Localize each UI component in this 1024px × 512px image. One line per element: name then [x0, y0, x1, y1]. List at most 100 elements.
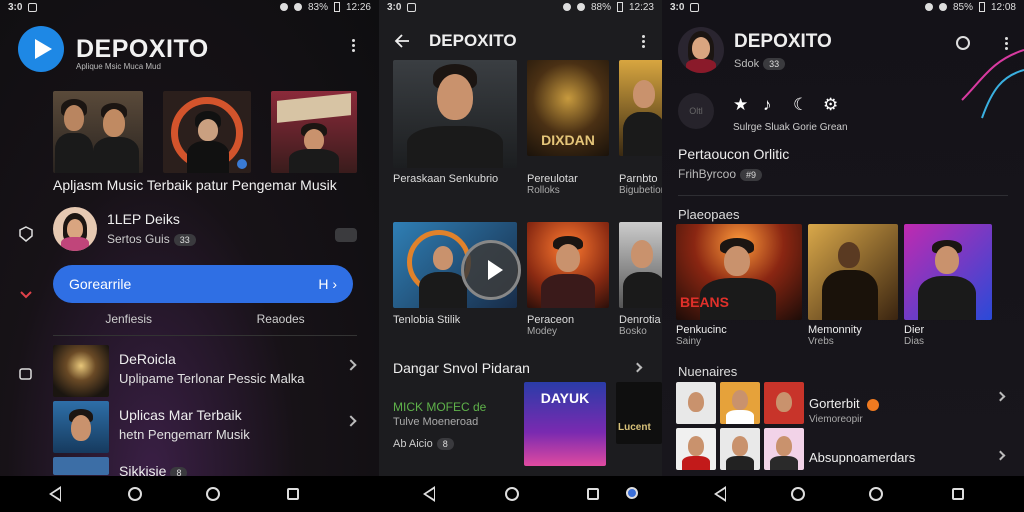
album-art: [619, 60, 662, 156]
list-item-title-text: Sikkisie: [119, 463, 167, 476]
album-card[interactable]: Denrotia Bosko: [619, 222, 662, 337]
tab-1[interactable]: Jenfiesis: [105, 312, 152, 335]
album-art[interactable]: Lucent: [616, 382, 662, 444]
overflow-menu-icon[interactable]: [641, 35, 645, 48]
nav-home-icon[interactable]: [791, 487, 805, 501]
search-button[interactable]: Gorearrile H ›: [53, 265, 353, 303]
system-nav-bar: [0, 476, 1024, 512]
list-item[interactable]: Uplicas Mar Terbaik hetn Pengemarr Musik: [53, 401, 363, 457]
library-icon[interactable]: [18, 366, 34, 382]
nav-home-icon[interactable]: [206, 487, 220, 501]
album-art[interactable]: DAYUK: [524, 382, 606, 466]
battery-percent: 85%: [952, 1, 973, 13]
nav-recents-icon[interactable]: [287, 488, 299, 500]
profile-meta-text: Sertos Guis: [107, 232, 170, 246]
thumbnail-grid: [676, 382, 804, 470]
playlist-card-title: Memonnity: [808, 324, 862, 336]
nav-home-icon[interactable]: [869, 487, 883, 501]
thumbnail-2[interactable]: [163, 91, 251, 173]
nav-recents-icon[interactable]: [952, 488, 964, 500]
battery-percent: 88%: [590, 1, 611, 13]
page-title: DEPOXITO: [734, 31, 832, 52]
thumbnail-3[interactable]: [271, 91, 357, 173]
moon-icon[interactable]: ☾: [793, 95, 808, 115]
playlist-card-title: Penkucinc: [676, 324, 727, 336]
back-arrow-icon[interactable]: [394, 33, 410, 49]
grid-thumbnail[interactable]: [764, 382, 804, 424]
nav-home-icon[interactable]: [128, 487, 142, 501]
thumbnail-1[interactable]: [53, 91, 143, 173]
list-item[interactable]: Sikkisie 8: [53, 457, 363, 476]
profile-sub-text: Sdok: [734, 58, 760, 70]
grid-thumbnail[interactable]: [720, 382, 760, 424]
profile-row[interactable]: 1LEP Deiks Sertos Guis 33: [53, 207, 363, 251]
grid-thumbnail[interactable]: [764, 428, 804, 470]
tab-2[interactable]: Reaodes: [257, 312, 305, 335]
section-item-line2: Tulve Moeneroad: [393, 416, 479, 428]
play-button[interactable]: [461, 240, 521, 300]
chevron-right-icon[interactable]: [345, 415, 357, 427]
play-logo-icon[interactable]: [18, 26, 64, 72]
page-title: DEPOXITO: [429, 31, 517, 50]
list-item[interactable]: Absupnoamerdars: [809, 450, 915, 465]
album-card[interactable]: Parnbto Bigubetion: [619, 60, 662, 196]
list-item-subtitle: hetn Pengemarr Musik: [119, 427, 250, 442]
battery-icon: [978, 2, 985, 12]
album-card[interactable]: Peraceon Modey: [527, 222, 609, 337]
nav-home-icon[interactable]: [505, 487, 519, 501]
video-card[interactable]: Tenlobia Stilik: [393, 222, 521, 326]
playlist-card[interactable]: Dier Dias: [904, 224, 992, 347]
section-item[interactable]: MICK MOFEC de Tulve Moeneroad Ab Aicio 8: [393, 400, 486, 450]
assistant-icon[interactable]: [626, 487, 638, 499]
content-list: DeRoicla Uplipame Terlonar Pessic Malka …: [53, 345, 363, 476]
artist-card[interactable]: Peraskaan Senkubrio: [393, 60, 517, 185]
chevron-right-icon[interactable]: [632, 362, 643, 373]
chevron-right-icon[interactable]: [995, 450, 1006, 461]
round-action-icon[interactable]: Oltl: [678, 93, 714, 129]
music-note-icon[interactable]: ♪: [763, 95, 772, 115]
search-icon[interactable]: [956, 36, 970, 50]
list-item[interactable]: DeRoicla Uplipame Terlonar Pessic Malka: [53, 345, 363, 401]
search-button-label: Gorearrile: [69, 276, 132, 292]
status-time: 3:0: [670, 1, 685, 13]
profile-sub-badge: 33: [763, 58, 786, 70]
message-icon[interactable]: [335, 228, 357, 242]
chevron-right-icon[interactable]: [995, 391, 1006, 402]
screen-profile: 3:0 85% 12:08 DEPOXITO Sdok 33 Oltl ★ ♪ ☾ …: [662, 0, 1024, 476]
album-card-label: Peraceon: [527, 314, 575, 326]
overflow-menu-icon[interactable]: [351, 39, 355, 52]
list-item-title: DeRoicla: [119, 351, 176, 367]
chevron-down-icon[interactable]: [18, 286, 34, 302]
block-sub-text: FrihByrcoo: [678, 167, 737, 181]
overflow-menu-icon[interactable]: [1004, 37, 1008, 50]
alarm-icon: [562, 3, 571, 11]
status-clock: 12:26: [345, 1, 371, 13]
nav-back-icon[interactable]: [713, 486, 726, 502]
playlist-card-sub: Vrebs: [808, 336, 834, 347]
action-icon-labels: Sulrge Sluak Gorie Grean: [733, 122, 848, 133]
avatar: [53, 207, 97, 251]
playlist-card[interactable]: Memonnity Vrebs: [808, 224, 898, 347]
nav-back-icon[interactable]: [422, 486, 435, 502]
browse-header: DEPOXITO: [379, 28, 662, 54]
album-card-label: Pereulotar: [527, 173, 578, 185]
list-item[interactable]: Gorterbit Viemoreopir: [809, 396, 880, 425]
list-thumbnail: [53, 457, 109, 475]
playlist-card[interactable]: BEANS Penkucinc Sainy: [676, 224, 802, 347]
list-item-title: Absupnoamerdars: [809, 450, 916, 465]
grid-thumbnail[interactable]: [720, 428, 760, 470]
grid-thumbnail[interactable]: [676, 428, 716, 470]
nav-back-icon[interactable]: [48, 486, 61, 502]
chevron-right-icon[interactable]: [345, 359, 357, 371]
star-icon[interactable]: ★: [733, 95, 748, 115]
album-card[interactable]: DIXDAN Pereulotar Rolloks: [527, 60, 609, 196]
status-bar: 3:0 88% 12:23: [379, 0, 662, 14]
playlist-art-text: BEANS: [680, 294, 730, 310]
gear-icon[interactable]: ⚙: [823, 95, 838, 115]
grid-thumbnail[interactable]: [676, 382, 716, 424]
list-thumbnail: [53, 345, 109, 397]
avatar[interactable]: [678, 27, 724, 73]
gallery-icon: [28, 2, 38, 12]
nav-recents-icon[interactable]: [587, 488, 599, 500]
shield-icon[interactable]: [18, 226, 34, 242]
